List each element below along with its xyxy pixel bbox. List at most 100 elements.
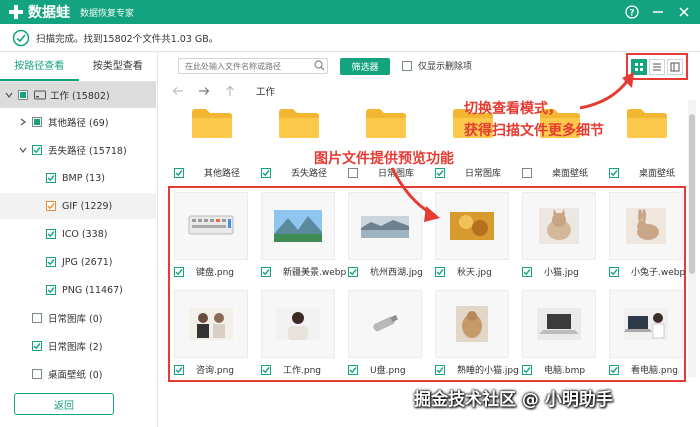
search-icon[interactable] [314,60,325,71]
file-item[interactable]: 工作.png [261,363,321,376]
folder-icon[interactable] [364,106,408,140]
file-item[interactable]: 咨询.png [174,363,234,376]
tree-item-bmp[interactable]: BMP (13) [0,165,156,191]
file-item[interactable]: 电脑.bmp [522,363,585,376]
file-checkbox[interactable] [174,266,184,277]
file-checkbox[interactable] [609,266,619,277]
tree-checkbox[interactable] [32,145,42,155]
tree-checkbox[interactable] [46,201,56,211]
back-arrow-icon[interactable] [170,84,186,98]
only-deleted-checkbox[interactable] [402,60,412,71]
consulting-image-thumbnail[interactable] [174,290,248,358]
tree-item-jpg[interactable]: JPG (2671) [0,249,156,275]
grid-view-icon[interactable] [631,58,647,75]
keyboard-image-thumbnail[interactable] [174,192,248,260]
tree-item-other-paths[interactable]: 其他路径 (69) [0,109,156,135]
file-checkbox[interactable] [261,364,271,375]
tree-item-png[interactable]: PNG (11467) [0,277,156,303]
tree-item-daily-gallery-2[interactable]: 日常图库 (2) [0,333,156,359]
file-checkbox[interactable] [522,266,532,277]
tree-item-desktop-wallpaper[interactable]: 桌面壁纸 (0) [0,361,156,387]
detail-view-icon[interactable] [667,58,683,75]
office-worker-image-thumbnail[interactable] [261,290,335,358]
autumn-image-thumbnail[interactable] [435,192,509,260]
file-checkbox[interactable] [435,266,445,277]
only-deleted-toggle[interactable]: 仅显示删除项 [402,59,472,72]
tree-checkbox[interactable] [46,229,56,239]
back-button[interactable]: 返回 [14,393,114,415]
file-item[interactable]: 小猫.jpg [522,265,579,278]
usb-drive-image-icon [363,308,407,340]
folder-checkbox[interactable] [435,167,445,178]
list-view-icon[interactable] [649,58,665,75]
minimize-icon[interactable] [650,4,666,20]
file-item[interactable]: 新疆美景.webp [261,265,346,278]
folder-checkbox[interactable] [609,167,619,178]
file-item[interactable]: 小兔子.webp [609,265,685,278]
tree-item-work[interactable]: 工作 (15802) [0,82,156,108]
folder-icon[interactable] [190,106,234,140]
file-checkbox[interactable] [348,266,358,277]
tab-by-type[interactable]: 按类型查看 [79,52,158,81]
tree-item-daily-gallery-0[interactable]: 日常图库 (0) [0,305,156,331]
forward-arrow-icon[interactable] [196,84,212,98]
kitten-image-icon [539,208,579,244]
chevron-down-icon[interactable] [4,90,14,100]
filter-button[interactable]: 筛选器 [340,58,390,75]
folder-icon[interactable] [277,106,321,140]
file-item[interactable]: 熟睡的小猫.jpg [435,363,519,376]
tree-checkbox[interactable] [32,117,42,127]
tree-checkbox[interactable] [46,285,56,295]
chevron-right-icon[interactable] [18,117,28,127]
tree-item-ico[interactable]: ICO (338) [0,221,156,247]
tree-checkbox[interactable] [46,257,56,267]
rabbit-image-thumbnail[interactable] [609,192,683,260]
file-checkbox[interactable] [174,364,184,375]
tree-item-lost-paths[interactable]: 丢失路径 (15718) [0,137,156,163]
watermark: 掘金技术社区 @ 小明助手 [414,390,613,410]
tree-checkbox[interactable] [46,173,56,183]
watching-laptop-image-thumbnail[interactable] [609,290,683,358]
file-item[interactable]: 看电脑.png [609,363,678,376]
file-item[interactable]: 键盘.png [174,265,234,278]
folder-item[interactable]: 桌面壁纸 [609,166,675,179]
kitten-image-thumbnail[interactable] [522,192,596,260]
tree-checkbox[interactable] [32,341,42,351]
file-checkbox[interactable] [609,364,619,375]
file-item[interactable]: U盘.png [348,363,406,376]
check-circle-icon [12,29,30,47]
help-icon[interactable]: ? [624,4,640,20]
folder-icon[interactable] [625,106,669,140]
lake-image-thumbnail[interactable] [348,192,422,260]
file-item[interactable]: 秋天.jpg [435,265,492,278]
vertical-scrollbar[interactable] [688,100,696,377]
file-item[interactable]: 杭州西湖.jpg [348,265,423,278]
folder-item[interactable]: 桌面壁纸 [522,166,588,179]
folder-checkbox[interactable] [261,167,271,178]
tree-item-gif[interactable]: GIF (1229) [0,193,156,219]
folder-item[interactable]: 其他路径 [174,166,240,179]
file-checkbox[interactable] [348,364,358,375]
sleeping-kitten-image-thumbnail[interactable] [435,290,509,358]
landscape-image-thumbnail[interactable] [261,192,335,260]
file-checkbox[interactable] [435,364,445,375]
file-checkbox[interactable] [522,364,532,375]
tree-item-label: 工作 (15802) [50,91,110,102]
search-input[interactable] [178,58,328,74]
folder-checkbox[interactable] [174,167,184,178]
file-checkbox[interactable] [261,266,271,277]
tab-by-path[interactable]: 按路径查看 [0,52,79,81]
scroll-thumb[interactable] [689,114,695,274]
up-arrow-icon[interactable] [222,84,238,98]
close-icon[interactable] [676,4,692,20]
laptop-image-thumbnail[interactable] [522,290,596,358]
tree-checkbox[interactable] [18,90,28,100]
folder-checkbox[interactable] [348,167,358,178]
usb-drive-image-thumbnail[interactable] [348,290,422,358]
chevron-down-icon[interactable] [18,145,28,155]
folder-label: 桌面壁纸 [639,169,676,179]
tree-checkbox[interactable] [32,313,42,323]
folder-checkbox[interactable] [522,167,532,178]
tree-checkbox[interactable] [32,369,42,379]
view-mode-callout-line2: 获得扫描文件更多细节 [464,123,604,139]
